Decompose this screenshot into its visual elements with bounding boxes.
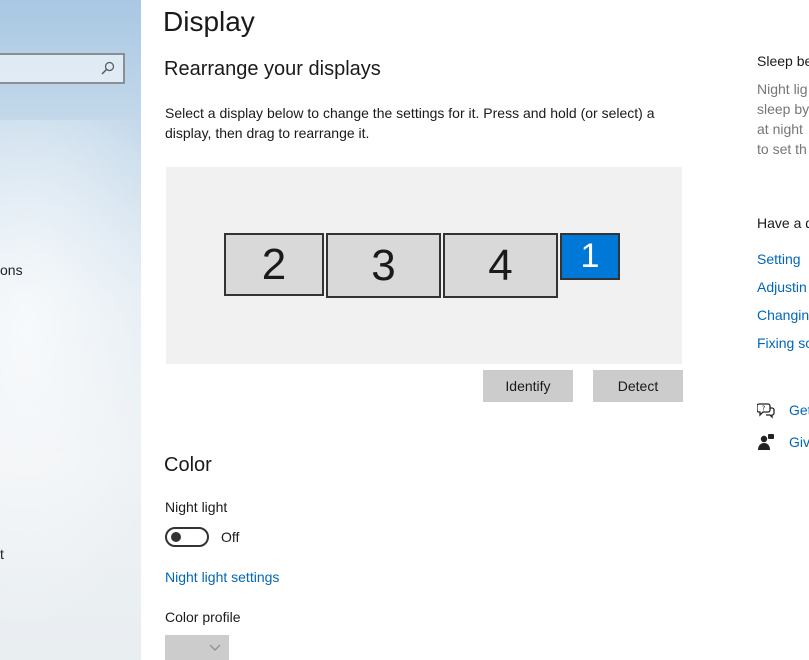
page-title: Display [163, 6, 255, 37]
help-link-fixing[interactable]: Fixing sc [757, 335, 809, 351]
sleep-text-line-4: to set th [757, 141, 807, 157]
rearrange-description: Select a display below to change the set… [165, 105, 655, 141]
display-1-tile-selected[interactable]: 1 [560, 233, 620, 280]
get-help-link[interactable]: Get [789, 402, 809, 418]
sidebar-background [0, 120, 141, 640]
night-light-state: Off [221, 529, 240, 545]
color-profile-label: Color profile [165, 609, 241, 625]
search-input[interactable] [0, 53, 125, 84]
display-3-tile[interactable]: 3 [326, 233, 441, 298]
display-2-tile[interactable]: 2 [224, 233, 324, 296]
sleep-heading: Sleep be [757, 53, 809, 69]
night-light-toggle[interactable] [165, 527, 209, 547]
settings-sidebar: ons t [0, 0, 141, 660]
sidebar-item-partial[interactable]: t [0, 546, 4, 562]
question-heading: Have a q [757, 215, 809, 231]
night-light-label: Night light [165, 499, 228, 515]
detect-button[interactable]: Detect [593, 370, 683, 402]
display-arrangement-area[interactable]: 2 3 4 1 [166, 167, 682, 364]
give-feedback-icon[interactable] [757, 433, 775, 451]
help-link-setting[interactable]: Setting [757, 251, 801, 267]
display-4-tile[interactable]: 4 [443, 233, 558, 298]
color-profile-dropdown[interactable] [165, 635, 229, 660]
search-icon[interactable] [101, 61, 115, 75]
night-light-settings-link[interactable]: Night light settings [165, 569, 279, 585]
svg-text:?: ? [762, 405, 766, 413]
help-link-adjusting[interactable]: Adjustin [757, 279, 807, 295]
sleep-text-line-3: at night [757, 121, 803, 137]
rearrange-heading: Rearrange your displays [164, 58, 381, 80]
give-feedback-link[interactable]: Giv [789, 434, 809, 450]
sleep-text-line-1: Night lig [757, 81, 808, 97]
chevron-down-icon [209, 644, 221, 651]
toggle-knob [171, 532, 181, 542]
help-link-changing[interactable]: Changin [757, 307, 809, 323]
identify-button[interactable]: Identify [483, 370, 573, 402]
get-help-icon[interactable]: ? [757, 401, 775, 419]
color-heading: Color [164, 454, 212, 476]
sidebar-item-notifications[interactable]: ons [0, 262, 23, 278]
sleep-text-line-2: sleep by [757, 101, 809, 117]
